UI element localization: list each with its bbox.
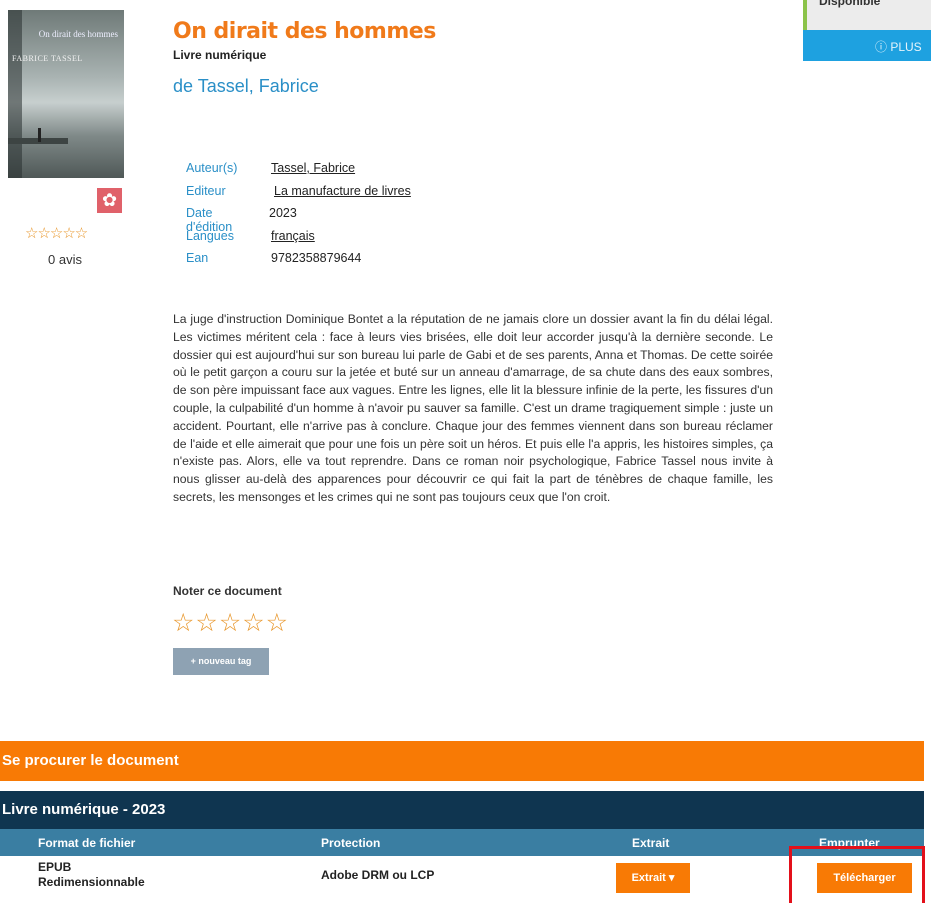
file-format: EPUB Redimensionnable (38, 860, 145, 890)
availability-status-text: Disponible (819, 0, 881, 8)
cover-title-text: On dirait des hommes (38, 29, 118, 39)
book-description: La juge d'instruction Dominique Bontet a… (173, 312, 773, 504)
availability-status: Disponible (803, 0, 931, 30)
highlight-box (789, 846, 925, 903)
edition-header: Livre numérique - 2023 (0, 791, 924, 829)
meta-ean-value: 9782358879644 (271, 251, 362, 265)
rate-label: Noter ce document (173, 584, 282, 598)
meta-date-value: 2023 (269, 206, 297, 220)
meta-label: Auteur(s) (186, 161, 238, 175)
format-detail: Redimensionnable (38, 875, 145, 889)
procure-header-text: Se procurer le document (2, 752, 179, 769)
availability-box: Disponible ⓘ PLUS (803, 0, 931, 61)
protection-value: Adobe DRM ou LCP (321, 868, 435, 882)
meta-author-link[interactable]: Tassel, Fabrice (271, 161, 355, 175)
procure-header: Se procurer le document (0, 741, 924, 781)
more-info-button[interactable]: ⓘ PLUS (803, 30, 931, 61)
col-extrait: Extrait (632, 836, 670, 850)
rating-count: 0 avis (48, 252, 82, 267)
book-cover-image[interactable]: On dirait des hommes FABRICE TASSEL (8, 10, 124, 178)
cover-figure (38, 128, 41, 142)
extrait-dropdown-button[interactable]: Extrait ▾ (616, 863, 690, 893)
cover-author-text: FABRICE TASSEL (12, 54, 83, 63)
page-title: On dirait des hommes (173, 19, 436, 44)
rating-stars-display: ☆☆☆☆☆ (25, 225, 88, 242)
author-link[interactable]: de Tassel, Fabrice (173, 76, 319, 97)
pin-icon[interactable]: ✿ (97, 188, 122, 213)
meta-label: Editeur (186, 183, 226, 198)
col-format: Format de fichier (38, 836, 136, 850)
table-row: EPUB Redimensionnable Adobe DRM ou LCP E… (0, 856, 924, 903)
rate-stars-input[interactable]: ☆☆☆☆☆ (172, 608, 289, 638)
cover-spine-shadow (8, 10, 22, 178)
col-protection: Protection (321, 836, 381, 850)
edition-header-text: Livre numérique - 2023 (2, 801, 166, 818)
meta-language-link[interactable]: français (271, 229, 315, 243)
table-header: Format de fichier Protection Extrait Emp… (0, 829, 924, 856)
meta-label: Langues (186, 228, 234, 243)
new-tag-button[interactable]: + nouveau tag (173, 648, 269, 675)
meta-label: Ean (186, 251, 209, 265)
format-type: EPUB (38, 860, 72, 874)
meta-publisher-link[interactable]: La manufacture de livres (274, 184, 411, 198)
document-type: Livre numérique (173, 48, 267, 62)
more-info-label: ⓘ PLUS (875, 40, 922, 54)
